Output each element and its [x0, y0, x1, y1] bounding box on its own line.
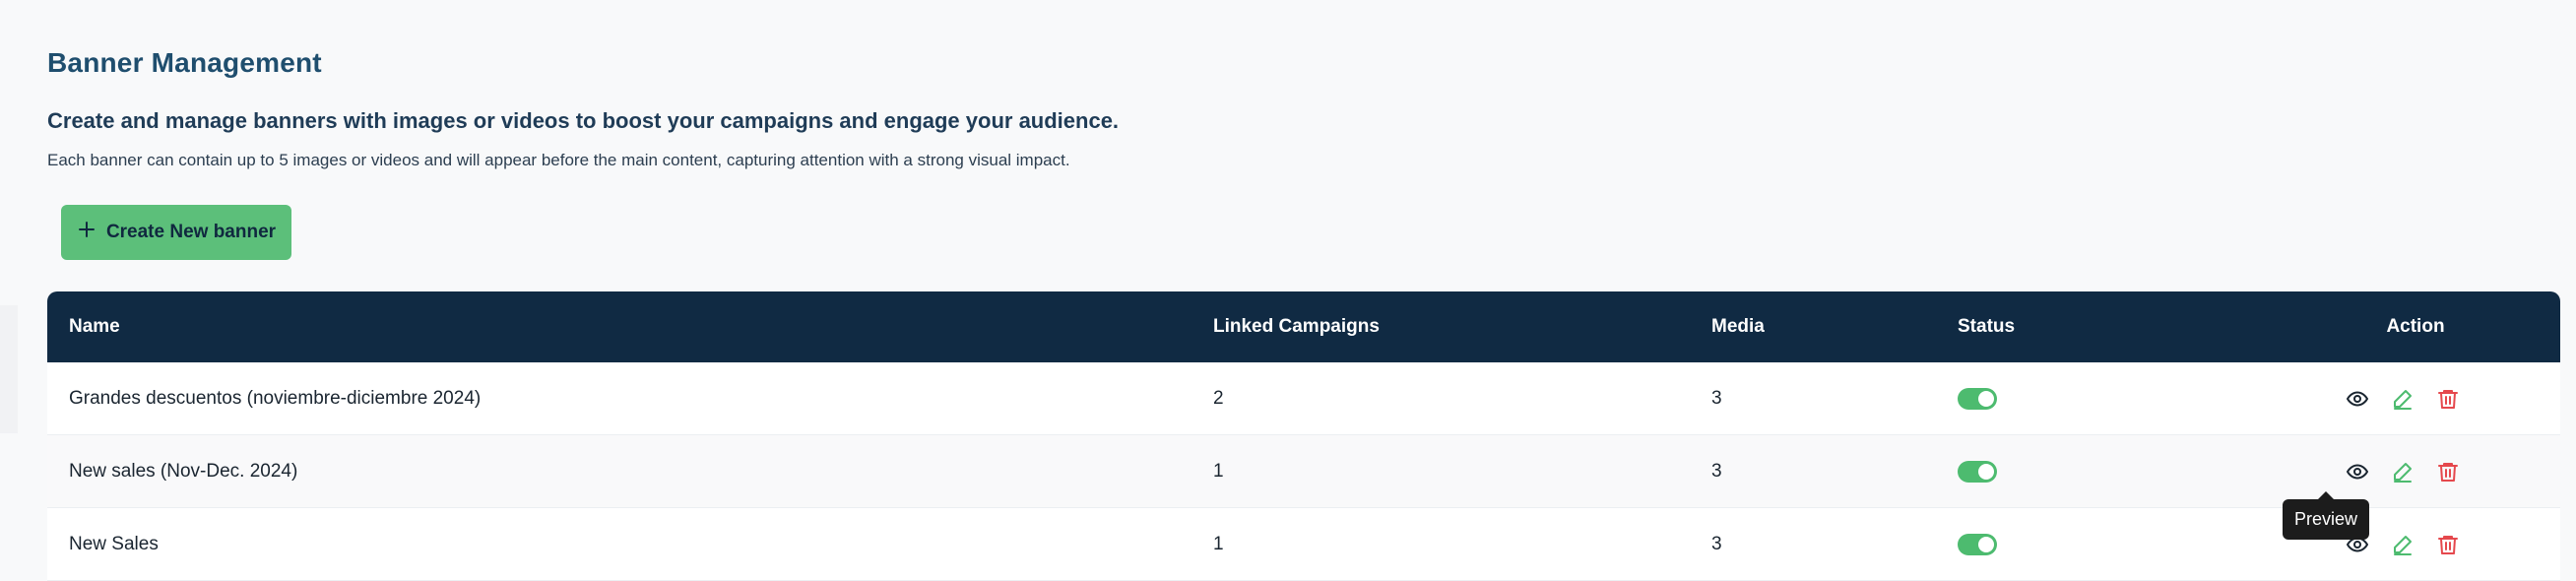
- status-toggle[interactable]: [1958, 460, 1997, 483]
- pencil-icon: [2394, 462, 2412, 483]
- page-headline: Create and manage banners with images or…: [47, 108, 1120, 133]
- delete-button[interactable]: [2436, 387, 2460, 411]
- banner-name: Grandes descuentos (noviembre-diciembre …: [69, 387, 482, 409]
- table-row: New sales (Nov-Dec. 2024) 1 3: [47, 435, 2560, 508]
- preview-tooltip: Preview: [2283, 491, 2370, 540]
- eye-icon: [2347, 464, 2368, 479]
- preview-button[interactable]: [2346, 387, 2369, 411]
- banner-name: New sales (Nov-Dec. 2024): [69, 460, 298, 482]
- status-cell: [1958, 508, 1997, 580]
- create-button-label: Create New banner: [105, 222, 277, 242]
- edit-button[interactable]: [2391, 387, 2415, 411]
- column-header-action: Action: [2386, 316, 2445, 337]
- status-cell: [1958, 362, 1997, 434]
- delete-button[interactable]: [2436, 533, 2460, 556]
- column-header-status[interactable]: Status: [1958, 291, 2015, 362]
- table-row: Grandes descuentos (noviembre-diciembre …: [47, 362, 2560, 435]
- eye-icon: [2347, 391, 2368, 406]
- status-toggle[interactable]: [1958, 533, 1997, 555]
- pencil-icon: [2394, 389, 2412, 410]
- preview-button[interactable]: [2346, 460, 2369, 484]
- left-edge-strip: [0, 305, 18, 433]
- row-actions: [2346, 362, 2460, 434]
- status-toggle[interactable]: [1958, 387, 1997, 410]
- trash-icon: [2438, 389, 2458, 409]
- media-count: 3: [1711, 460, 1722, 482]
- linked-campaigns-count: 1: [1213, 533, 1224, 554]
- linked-campaigns-count: 2: [1213, 387, 1224, 409]
- column-header-linked-campaigns[interactable]: Linked Campaigns: [1213, 291, 1380, 362]
- edit-button[interactable]: [2391, 533, 2415, 556]
- media-count: 3: [1711, 533, 1722, 554]
- plus-icon: [77, 220, 97, 245]
- banners-table: Name Linked Campaigns Media Status Actio…: [47, 291, 2560, 581]
- table-header: Name Linked Campaigns Media Status Actio…: [47, 291, 2560, 362]
- banner-name: New Sales: [69, 533, 159, 554]
- trash-icon: [2438, 462, 2458, 482]
- delete-button[interactable]: [2436, 460, 2460, 484]
- status-cell: [1958, 435, 1997, 507]
- row-actions: [2346, 435, 2460, 507]
- edit-button[interactable]: [2391, 460, 2415, 484]
- pencil-icon: [2394, 535, 2412, 555]
- table-row: New Sales 1 3: [47, 508, 2560, 581]
- column-header-name[interactable]: Name: [69, 291, 120, 362]
- column-header-media[interactable]: Media: [1711, 291, 1765, 362]
- create-new-banner-button[interactable]: Create New banner: [61, 205, 291, 260]
- media-count: 3: [1711, 387, 1722, 409]
- linked-campaigns-count: 1: [1213, 460, 1224, 482]
- page-title: Banner Management: [47, 47, 322, 78]
- page-description: Each banner can contain up to 5 images o…: [47, 151, 1070, 169]
- trash-icon: [2438, 535, 2458, 554]
